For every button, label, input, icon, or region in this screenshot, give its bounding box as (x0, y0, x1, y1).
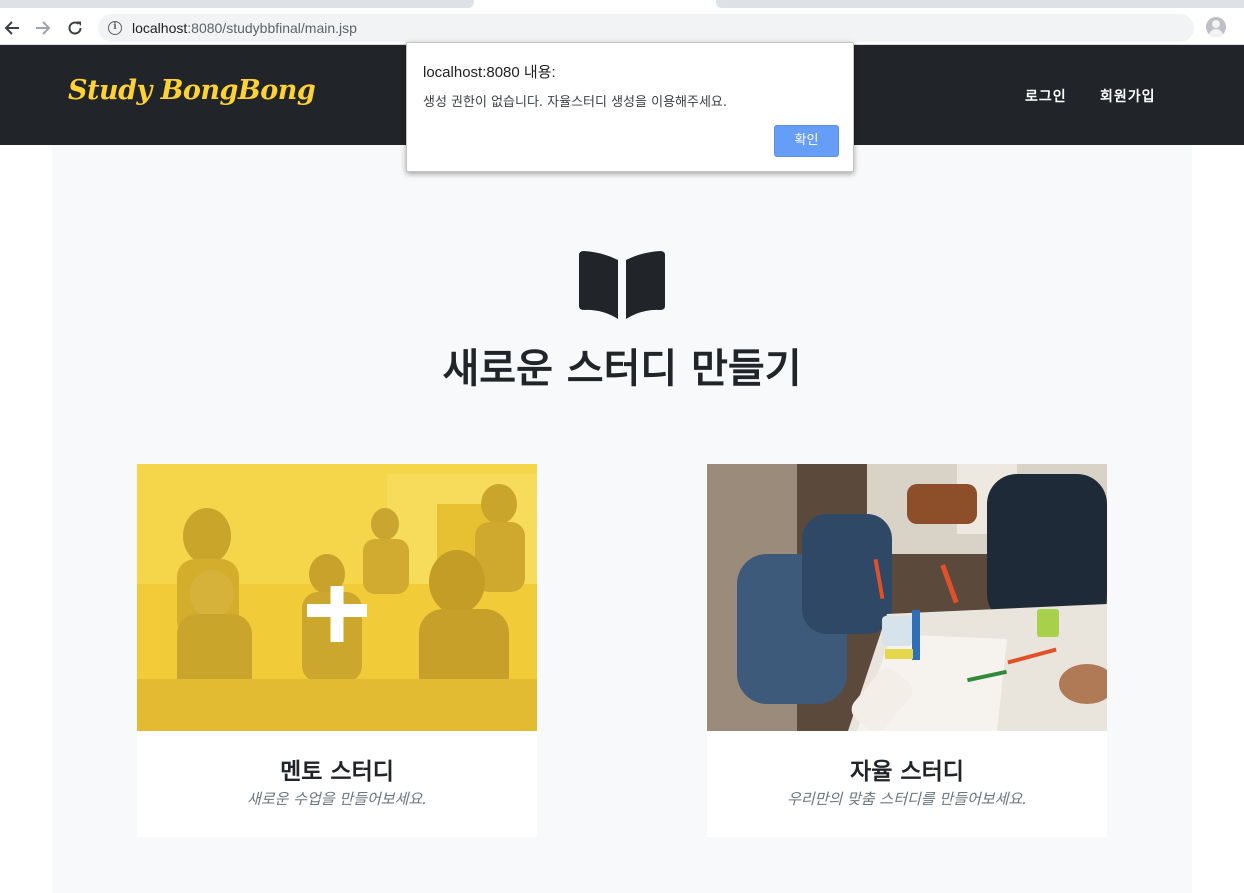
mentor-study-title: 멘토 스터디 (280, 759, 394, 785)
arrow-left-icon (4, 21, 19, 35)
self-study-title: 자율 스터디 (850, 759, 964, 785)
mentor-study-image[interactable] (137, 464, 537, 731)
book-open-icon (579, 251, 665, 319)
dialog-message: 생성 권한이 없습니다. 자율스터디 생성을 이용해주세요. (423, 95, 728, 110)
nav-login-link[interactable]: 로그인 (1025, 86, 1067, 106)
address-bar[interactable]: i localhost:8080/studybbfinal/main.jsp ☆ (98, 14, 1194, 42)
nav-signup-link[interactable]: 회원가입 (1100, 86, 1156, 106)
browser-tab[interactable] (0, 0, 474, 8)
profile-avatar-icon[interactable] (1206, 17, 1226, 37)
url-text[interactable]: localhost:8080/studybbfinal/main.jsp (132, 20, 357, 36)
dialog-title: localhost:8080 내용: (423, 64, 556, 81)
dialog-ok-button[interactable]: 확인 (774, 125, 839, 157)
url-path: :8080/studybbfinal/main.jsp (187, 20, 357, 36)
url-host: localhost (132, 20, 188, 36)
browser-tab[interactable] (716, 0, 1244, 8)
back-button[interactable] (0, 16, 24, 40)
tab-strip (0, 0, 1244, 12)
reload-icon (68, 21, 82, 35)
browser-toolbar: i localhost:8080/studybbfinal/main.jsp ☆ (0, 12, 1244, 45)
info-icon[interactable]: i (108, 21, 122, 35)
self-study-card[interactable]: 자율 스터디 우리만의 맞춤 스터디를 만들어보세요. (707, 464, 1107, 837)
mentor-study-card[interactable]: 멘토 스터디 새로운 수업을 만들어보세요. (137, 464, 537, 837)
page-title: 새로운 스터디 만들기 (442, 346, 802, 392)
forward-button[interactable] (31, 16, 55, 40)
mentor-study-photo (137, 464, 537, 731)
alert-dialog: localhost:8080 내용: 생성 권한이 없습니다. 자율스터디 생성… (406, 42, 854, 172)
reload-button[interactable] (63, 16, 87, 40)
brand-logo[interactable]: Study BongBong (68, 75, 316, 106)
mentor-study-subtitle: 새로운 수업을 만들어보세요. (247, 790, 427, 808)
arrow-right-icon (36, 21, 51, 35)
self-study-photo (707, 464, 1107, 731)
self-study-subtitle: 우리만의 맞춤 스터디를 만들어보세요. (787, 790, 1027, 808)
self-study-image[interactable] (707, 464, 1107, 731)
